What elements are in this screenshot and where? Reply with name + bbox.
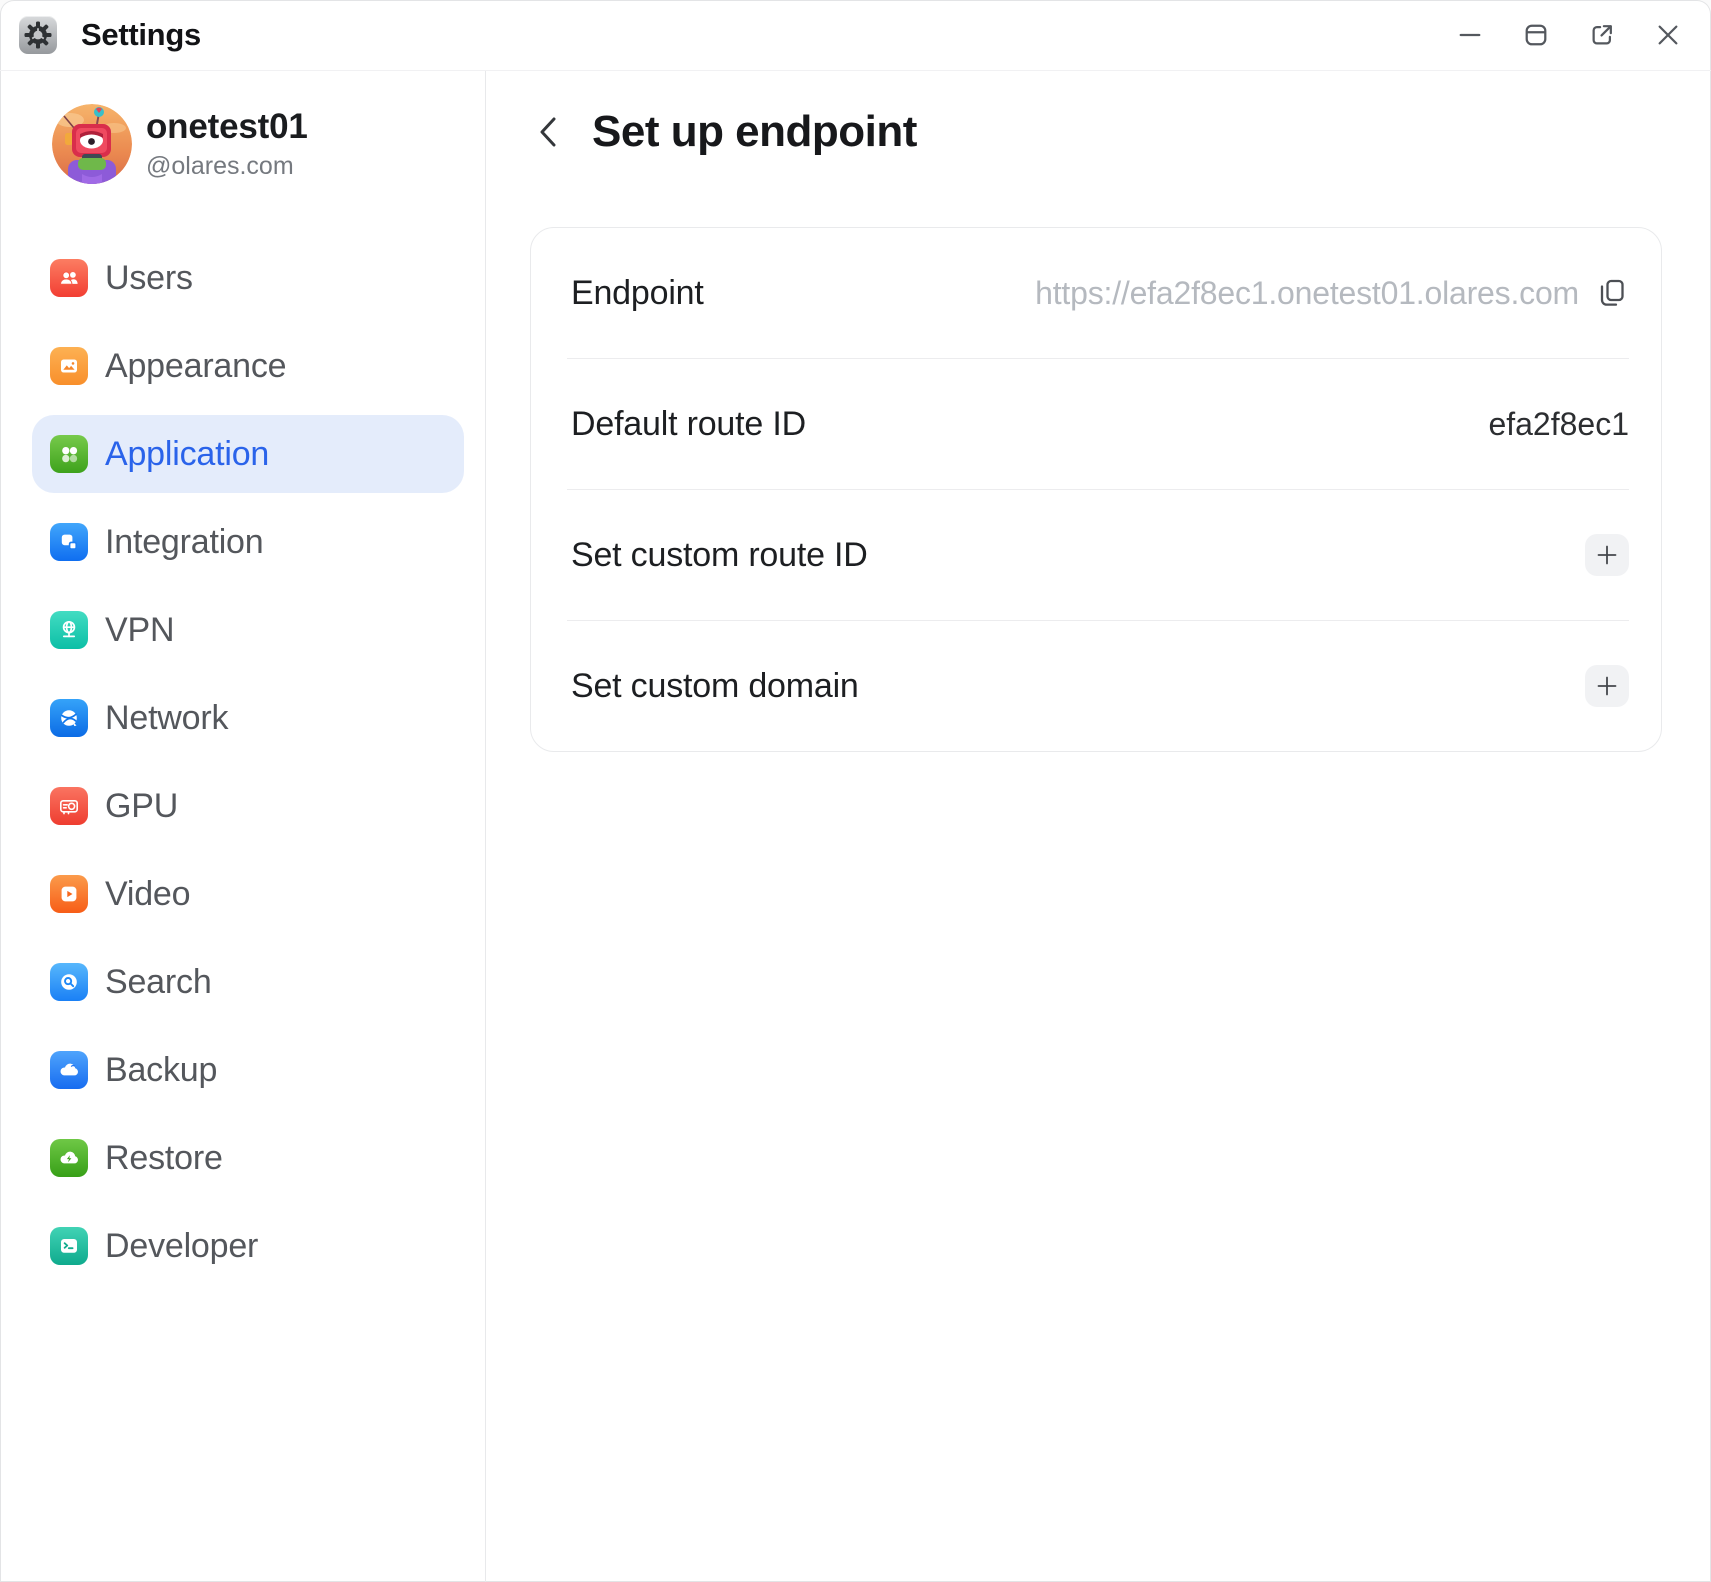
custom-domain-label: Set custom domain [571,667,859,706]
profile-text: onetest01 @olares.com [146,107,308,181]
plus-icon [1596,675,1618,697]
page-title: Set up endpoint [592,107,917,157]
plus-icon [1596,544,1618,566]
minimize-icon [1457,22,1483,48]
titlebar: Settings [0,0,1711,71]
settings-window: Settings [0,0,1711,1582]
search-icon [50,963,88,1001]
endpoint-card: Endpoint https://efa2f8ec1.onetest01.ola… [530,227,1662,752]
sidebar-item-label: Backup [105,1051,217,1090]
sidebar-item-label: Restore [105,1139,223,1178]
sidebar-item-label: Network [105,699,228,738]
custom-route-row: Set custom route ID [531,490,1661,620]
sidebar-item-label: GPU [105,787,178,826]
username: onetest01 [146,107,308,147]
default-route-value: efa2f8ec1 [1488,406,1629,443]
integration-icon [50,523,88,561]
default-route-label: Default route ID [571,405,806,444]
external-link-icon [1589,22,1615,48]
user-profile: onetest01 @olares.com [0,104,485,184]
window-controls [1457,22,1681,48]
sidebar-item-label: VPN [105,611,174,650]
sidebar-item-users[interactable]: Users [32,239,464,317]
window-icon [1523,22,1549,48]
network-icon [50,699,88,737]
open-external-button[interactable] [1589,22,1615,48]
sidebar-item-label: Search [105,963,212,1002]
endpoint-value-group: https://efa2f8ec1.onetest01.olares.com [1035,275,1629,312]
endpoint-label: Endpoint [571,274,704,313]
window-title: Settings [81,17,201,53]
developer-icon [50,1227,88,1265]
endpoint-url: https://efa2f8ec1.onetest01.olares.com [1035,275,1579,312]
sidebar-item-network[interactable]: Network [32,679,464,757]
restore-icon [50,1139,88,1177]
page-header: Set up endpoint [530,107,1663,157]
sidebar-item-label: Video [105,875,190,914]
default-route-row: Default route ID efa2f8ec1 [531,359,1661,489]
add-custom-route-button[interactable] [1585,534,1629,576]
sidebar-item-label: Users [105,259,193,298]
sidebar-item-developer[interactable]: Developer [32,1207,464,1285]
sidebar-item-appearance[interactable]: Appearance [32,327,464,405]
vpn-icon [50,611,88,649]
backup-icon [50,1051,88,1089]
sidebar-item-label: Integration [105,523,263,562]
gear-icon [19,16,57,54]
application-icon [50,435,88,473]
close-icon [1655,22,1681,48]
sidebar-item-label: Developer [105,1227,258,1266]
sidebar-item-integration[interactable]: Integration [32,503,464,581]
gpu-icon [50,787,88,825]
copy-endpoint-button[interactable] [1595,276,1629,310]
chevron-left-icon [532,113,566,151]
sidebar-item-vpn[interactable]: VPN [32,591,464,669]
endpoint-row: Endpoint https://efa2f8ec1.onetest01.ola… [531,228,1661,358]
sidebar-item-restore[interactable]: Restore [32,1119,464,1197]
sidebar-item-search[interactable]: Search [32,943,464,1021]
sidebar-item-label: Appearance [105,347,286,386]
video-icon [50,875,88,913]
appearance-icon [50,347,88,385]
custom-route-label: Set custom route ID [571,536,868,575]
main-content: Set up endpoint Endpoint https://efa2f8e… [486,71,1711,1582]
sidebar: onetest01 @olares.com Users [0,71,486,1582]
sidebar-item-gpu[interactable]: GPU [32,767,464,845]
sidebar-item-application[interactable]: Application [32,415,464,493]
sidebar-item-backup[interactable]: Backup [32,1031,464,1109]
custom-domain-row: Set custom domain [531,621,1661,751]
copy-icon [1596,277,1628,309]
sidebar-item-video[interactable]: Video [32,855,464,933]
add-custom-domain-button[interactable] [1585,665,1629,707]
sidebar-item-label: Application [105,435,269,474]
avatar [52,104,132,184]
maximize-button[interactable] [1523,22,1549,48]
minimize-button[interactable] [1457,22,1483,48]
sidebar-nav: Users Appearance [0,239,485,1285]
user-domain: @olares.com [146,152,308,181]
back-button[interactable] [532,112,566,152]
close-button[interactable] [1655,22,1681,48]
users-icon [50,259,88,297]
